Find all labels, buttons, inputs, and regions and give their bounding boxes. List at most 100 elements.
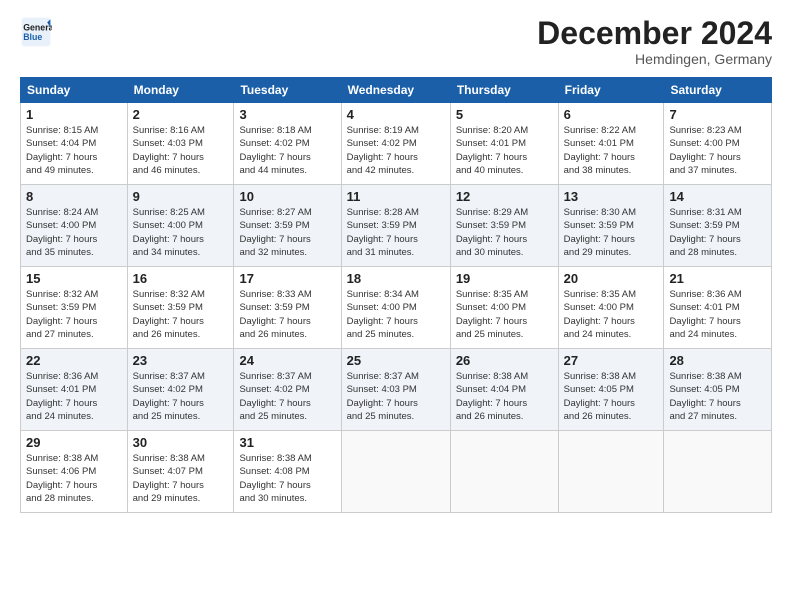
day-info: Sunrise: 8:38 AM Sunset: 4:08 PM Dayligh… <box>239 452 335 505</box>
calendar-cell: 2 Sunrise: 8:16 AM Sunset: 4:03 PM Daylig… <box>127 103 234 185</box>
day-info: Sunrise: 8:28 AM Sunset: 3:59 PM Dayligh… <box>347 206 445 259</box>
calendar-day-header: Friday <box>558 78 664 103</box>
calendar-header-row: SundayMondayTuesdayWednesdayThursdayFrid… <box>21 78 772 103</box>
title-block: December 2024 Hemdingen, Germany <box>537 16 772 67</box>
calendar-cell: 26 Sunrise: 8:38 AM Sunset: 4:04 PM Dayli… <box>450 349 558 431</box>
calendar-cell: 15 Sunrise: 8:32 AM Sunset: 3:59 PM Dayli… <box>21 267 128 349</box>
day-number: 19 <box>456 271 553 286</box>
calendar-cell: 20 Sunrise: 8:35 AM Sunset: 4:00 PM Dayli… <box>558 267 664 349</box>
day-info: Sunrise: 8:32 AM Sunset: 3:59 PM Dayligh… <box>26 288 122 341</box>
calendar-cell: 7Sunrise: 8:23 AM Sunset: 4:00 PM Daylig… <box>664 103 772 185</box>
calendar-cell: 29 Sunrise: 8:38 AM Sunset: 4:06 PM Dayli… <box>21 431 128 513</box>
calendar-cell: 3Sunrise: 8:18 AM Sunset: 4:02 PM Daylig… <box>234 103 341 185</box>
calendar-cell: 23Sunrise: 8:37 AM Sunset: 4:02 PM Dayli… <box>127 349 234 431</box>
day-info: Sunrise: 8:38 AM Sunset: 4:04 PM Dayligh… <box>456 370 553 423</box>
day-info: Sunrise: 8:22 AM Sunset: 4:01 PM Dayligh… <box>564 124 659 177</box>
calendar-cell: 31Sunrise: 8:38 AM Sunset: 4:08 PM Dayli… <box>234 431 341 513</box>
calendar-week-row: 29 Sunrise: 8:38 AM Sunset: 4:06 PM Dayli… <box>21 431 772 513</box>
day-number: 14 <box>669 189 766 204</box>
calendar-cell: 24 Sunrise: 8:37 AM Sunset: 4:02 PM Dayli… <box>234 349 341 431</box>
day-number: 1 <box>26 107 122 122</box>
calendar-cell: 6 Sunrise: 8:22 AM Sunset: 4:01 PM Daylig… <box>558 103 664 185</box>
day-info: Sunrise: 8:36 AM Sunset: 4:01 PM Dayligh… <box>669 288 766 341</box>
day-number: 26 <box>456 353 553 368</box>
calendar-week-row: 15 Sunrise: 8:32 AM Sunset: 3:59 PM Dayli… <box>21 267 772 349</box>
logo: General Blue <box>20 16 52 48</box>
calendar-cell: 28Sunrise: 8:38 AM Sunset: 4:05 PM Dayli… <box>664 349 772 431</box>
day-number: 29 <box>26 435 122 450</box>
day-info: Sunrise: 8:32 AM Sunset: 3:59 PM Dayligh… <box>133 288 229 341</box>
day-number: 25 <box>347 353 445 368</box>
calendar-cell: 13 Sunrise: 8:30 AM Sunset: 3:59 PM Dayli… <box>558 185 664 267</box>
day-info: Sunrise: 8:38 AM Sunset: 4:06 PM Dayligh… <box>26 452 122 505</box>
calendar-cell: 16 Sunrise: 8:32 AM Sunset: 3:59 PM Dayli… <box>127 267 234 349</box>
calendar-cell: 1 Sunrise: 8:15 AM Sunset: 4:04 PM Daylig… <box>21 103 128 185</box>
calendar-cell: 18 Sunrise: 8:34 AM Sunset: 4:00 PM Dayli… <box>341 267 450 349</box>
day-number: 30 <box>133 435 229 450</box>
day-info: Sunrise: 8:25 AM Sunset: 4:00 PM Dayligh… <box>133 206 229 259</box>
day-number: 16 <box>133 271 229 286</box>
day-info: Sunrise: 8:38 AM Sunset: 4:05 PM Dayligh… <box>564 370 659 423</box>
day-number: 15 <box>26 271 122 286</box>
calendar-cell: 9Sunrise: 8:25 AM Sunset: 4:00 PM Daylig… <box>127 185 234 267</box>
calendar-cell: 12 Sunrise: 8:29 AM Sunset: 3:59 PM Dayli… <box>450 185 558 267</box>
calendar-cell: 19Sunrise: 8:35 AM Sunset: 4:00 PM Dayli… <box>450 267 558 349</box>
calendar-day-header: Tuesday <box>234 78 341 103</box>
day-number: 4 <box>347 107 445 122</box>
day-info: Sunrise: 8:38 AM Sunset: 4:07 PM Dayligh… <box>133 452 229 505</box>
day-info: Sunrise: 8:15 AM Sunset: 4:04 PM Dayligh… <box>26 124 122 177</box>
svg-text:Blue: Blue <box>23 32 42 42</box>
day-number: 6 <box>564 107 659 122</box>
calendar-day-header: Monday <box>127 78 234 103</box>
svg-text:General: General <box>23 22 52 32</box>
day-info: Sunrise: 8:30 AM Sunset: 3:59 PM Dayligh… <box>564 206 659 259</box>
calendar-day-header: Wednesday <box>341 78 450 103</box>
calendar-cell: 21Sunrise: 8:36 AM Sunset: 4:01 PM Dayli… <box>664 267 772 349</box>
calendar-cell <box>664 431 772 513</box>
calendar-cell: 22 Sunrise: 8:36 AM Sunset: 4:01 PM Dayli… <box>21 349 128 431</box>
calendar-cell: 27 Sunrise: 8:38 AM Sunset: 4:05 PM Dayli… <box>558 349 664 431</box>
day-info: Sunrise: 8:29 AM Sunset: 3:59 PM Dayligh… <box>456 206 553 259</box>
day-info: Sunrise: 8:37 AM Sunset: 4:02 PM Dayligh… <box>239 370 335 423</box>
calendar-week-row: 1 Sunrise: 8:15 AM Sunset: 4:04 PM Daylig… <box>21 103 772 185</box>
calendar-day-header: Sunday <box>21 78 128 103</box>
day-number: 8 <box>26 189 122 204</box>
calendar-cell: 11 Sunrise: 8:28 AM Sunset: 3:59 PM Dayli… <box>341 185 450 267</box>
calendar-week-row: 22 Sunrise: 8:36 AM Sunset: 4:01 PM Dayli… <box>21 349 772 431</box>
calendar-week-row: 8 Sunrise: 8:24 AM Sunset: 4:00 PM Daylig… <box>21 185 772 267</box>
day-number: 23 <box>133 353 229 368</box>
day-info: Sunrise: 8:35 AM Sunset: 4:00 PM Dayligh… <box>564 288 659 341</box>
day-number: 12 <box>456 189 553 204</box>
calendar-cell: 5Sunrise: 8:20 AM Sunset: 4:01 PM Daylig… <box>450 103 558 185</box>
calendar-cell: 14 Sunrise: 8:31 AM Sunset: 3:59 PM Dayli… <box>664 185 772 267</box>
day-number: 27 <box>564 353 659 368</box>
day-number: 22 <box>26 353 122 368</box>
calendar-day-header: Saturday <box>664 78 772 103</box>
page: General Blue December 2024 Hemdingen, Ge… <box>0 0 792 612</box>
calendar-table: SundayMondayTuesdayWednesdayThursdayFrid… <box>20 77 772 513</box>
day-number: 3 <box>239 107 335 122</box>
subtitle: Hemdingen, Germany <box>537 51 772 67</box>
calendar-cell <box>341 431 450 513</box>
day-info: Sunrise: 8:27 AM Sunset: 3:59 PM Dayligh… <box>239 206 335 259</box>
day-number: 20 <box>564 271 659 286</box>
day-info: Sunrise: 8:38 AM Sunset: 4:05 PM Dayligh… <box>669 370 766 423</box>
day-number: 17 <box>239 271 335 286</box>
day-number: 13 <box>564 189 659 204</box>
day-info: Sunrise: 8:36 AM Sunset: 4:01 PM Dayligh… <box>26 370 122 423</box>
month-title: December 2024 <box>537 16 772 51</box>
calendar-day-header: Thursday <box>450 78 558 103</box>
day-number: 11 <box>347 189 445 204</box>
day-number: 2 <box>133 107 229 122</box>
day-info: Sunrise: 8:34 AM Sunset: 4:00 PM Dayligh… <box>347 288 445 341</box>
day-number: 24 <box>239 353 335 368</box>
day-info: Sunrise: 8:31 AM Sunset: 3:59 PM Dayligh… <box>669 206 766 259</box>
day-info: Sunrise: 8:16 AM Sunset: 4:03 PM Dayligh… <box>133 124 229 177</box>
day-info: Sunrise: 8:23 AM Sunset: 4:00 PM Dayligh… <box>669 124 766 177</box>
calendar-cell: 30 Sunrise: 8:38 AM Sunset: 4:07 PM Dayli… <box>127 431 234 513</box>
day-info: Sunrise: 8:24 AM Sunset: 4:00 PM Dayligh… <box>26 206 122 259</box>
logo-icon: General Blue <box>20 16 52 48</box>
day-number: 18 <box>347 271 445 286</box>
header: General Blue December 2024 Hemdingen, Ge… <box>20 16 772 67</box>
day-info: Sunrise: 8:37 AM Sunset: 4:03 PM Dayligh… <box>347 370 445 423</box>
